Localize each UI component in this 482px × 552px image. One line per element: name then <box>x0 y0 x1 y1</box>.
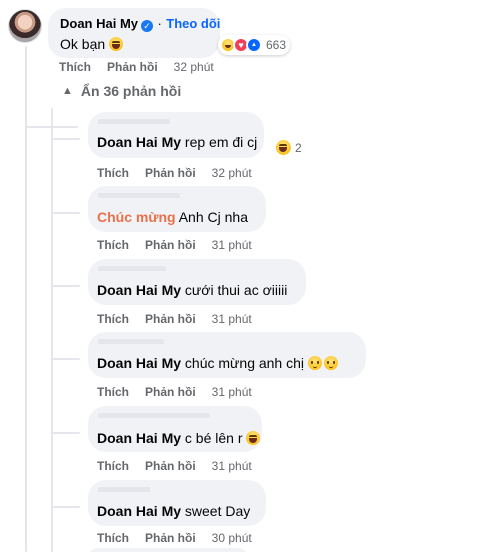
reply-actions: Thích Phản hồi 30 phút <box>97 531 252 545</box>
reply-actions: Thích Phản hồi 32 phút <box>97 166 252 180</box>
reaction-summary[interactable]: 663 <box>218 35 291 55</box>
blush-emoji-icon <box>323 356 338 370</box>
reply-text-row: Doan Hai My chúc mừng anh chị <box>97 355 338 371</box>
comment-bubble: Doan Hai My ✓ · Theo dõi Ok bạn <box>48 8 220 58</box>
reply-button[interactable]: Phản hồi <box>145 531 196 545</box>
reply-bubble-partial <box>88 548 248 552</box>
reply-text: rep em đi cj <box>184 134 258 150</box>
reply-actions: Thích Phản hồi 31 phút <box>97 312 252 326</box>
comment-actions: Thích Phản hồi 32 phút <box>59 60 214 74</box>
reply-reaction-count: 2 <box>295 140 302 155</box>
reply-button[interactable]: Phản hồi <box>145 385 196 399</box>
hide-replies-label: Ẩn 36 phản hồi <box>80 83 182 99</box>
redacted-name <box>98 193 180 198</box>
reply-button[interactable]: Phản hồi <box>145 166 196 180</box>
reply-button[interactable]: Phản hồi <box>145 312 196 326</box>
reply-actions: Thích Phản hồi 31 phút <box>97 385 252 399</box>
timestamp[interactable]: 31 phút <box>212 238 252 252</box>
timestamp[interactable]: 32 phút <box>174 60 214 74</box>
verified-badge-icon: ✓ <box>141 20 154 32</box>
comment-header: Doan Hai My ✓ · Theo dõi <box>60 15 220 33</box>
timestamp[interactable]: 32 phút <box>212 166 252 180</box>
thread-line-replies <box>51 108 53 552</box>
blush-emoji-icon <box>307 356 322 370</box>
reply-author[interactable]: Doan Hai My <box>97 503 181 519</box>
avatar[interactable] <box>8 9 42 43</box>
reply-author[interactable]: Doan Hai My <box>97 134 181 150</box>
redacted-name <box>98 413 210 418</box>
like-button[interactable]: Thích <box>97 166 129 180</box>
reply-text: sweet Day <box>184 503 251 519</box>
reply-text: c bé lên r <box>184 430 243 446</box>
redacted-name <box>98 487 150 492</box>
reply-bubble: Doan Hai My rep em đi cj <box>88 112 264 158</box>
like-button[interactable]: Thích <box>97 238 129 252</box>
like-button[interactable]: Thích <box>59 60 91 74</box>
timestamp[interactable]: 31 phút <box>212 459 252 473</box>
reply-text: Anh Cj nha <box>178 209 248 225</box>
follow-button[interactable]: Theo dõi <box>166 16 220 31</box>
timestamp[interactable]: 30 phút <box>212 531 252 545</box>
comment-author[interactable]: Doan Hai My <box>60 16 138 31</box>
reply-text: cưới thui ac ơiiiii <box>184 282 288 298</box>
reply-text: chúc mừng anh chị <box>184 355 305 371</box>
thread-connector <box>52 432 80 434</box>
reply-author[interactable]: Doan Hai My <box>97 282 181 298</box>
like-button[interactable]: Thích <box>97 385 129 399</box>
reply-author[interactable]: Doan Hai My <box>97 355 181 371</box>
reply-actions: Thích Phản hồi 31 phút <box>97 238 252 252</box>
chevron-up-icon: ▲ <box>62 85 73 97</box>
haha-emoji-icon <box>246 431 261 445</box>
reply-actions: Thích Phản hồi 31 phút <box>97 459 252 473</box>
reaction-count: 663 <box>266 38 287 52</box>
timestamp[interactable]: 31 phút <box>212 385 252 399</box>
thread-connector <box>52 212 80 214</box>
reply-text-row: Doan Hai My cưới thui ac ơiiiii <box>97 282 287 298</box>
timestamp[interactable]: 31 phút <box>212 312 252 326</box>
comment-text: Ok bạn <box>60 36 106 52</box>
hide-replies-button[interactable]: ▲ Ẩn 36 phản hồi <box>62 83 181 99</box>
reply-text-row: Doan Hai My c bé lên r <box>97 430 261 446</box>
thread-line-main <box>25 46 27 552</box>
thread-connector <box>52 358 80 360</box>
reply-bubble: Doan Hai My c bé lên r <box>88 406 262 452</box>
redacted-name <box>98 266 166 271</box>
reply-button[interactable]: Phản hồi <box>107 60 158 74</box>
reply-bubble: Doan Hai My chúc mừng anh chị <box>88 332 366 378</box>
reply-text-row: Doan Hai My rep em đi cj <box>97 134 257 150</box>
reply-author[interactable]: Doan Hai My <box>97 430 181 446</box>
redacted-name <box>98 339 164 344</box>
separator: · <box>157 16 162 31</box>
reply-text-row: Chúc mừng Anh Cj nha <box>97 209 248 225</box>
reply-bubble: Doan Hai My cưới thui ac ơiiiii <box>88 259 306 305</box>
thread-connector <box>52 285 80 287</box>
redacted-name <box>98 119 170 124</box>
reply-reaction[interactable]: 2 <box>276 140 302 155</box>
reply-bubble: Chúc mừng Anh Cj nha <box>88 186 266 232</box>
haha-emoji-icon <box>109 37 124 51</box>
thread-connector <box>52 138 80 140</box>
like-button[interactable]: Thích <box>97 459 129 473</box>
reply-bubble: Doan Hai My sweet Day <box>88 480 266 526</box>
haha-emoji-icon <box>276 140 291 155</box>
like-button[interactable]: Thích <box>97 312 129 326</box>
like-button[interactable]: Thích <box>97 531 129 545</box>
reply-text-row: Doan Hai My sweet Day <box>97 503 250 519</box>
comment-text-row: Ok bạn <box>60 36 208 52</box>
like-reaction-icon <box>246 37 262 53</box>
thread-connector <box>52 506 80 508</box>
reply-author[interactable]: Chúc mừng <box>97 209 176 225</box>
reply-button[interactable]: Phản hồi <box>145 238 196 252</box>
reply-button[interactable]: Phản hồi <box>145 459 196 473</box>
